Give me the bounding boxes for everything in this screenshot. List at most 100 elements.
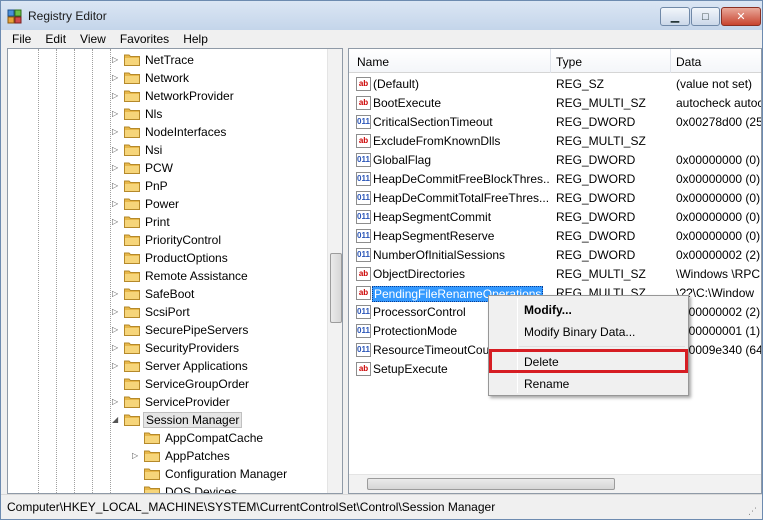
- menu-edit[interactable]: Edit: [38, 32, 73, 46]
- value-row[interactable]: 011 HeapDeCommitFreeBlockThres... REG_DWOR…: [349, 170, 761, 189]
- expand-arrow-icon[interactable]: ▷: [112, 128, 120, 136]
- menu-file[interactable]: File: [5, 32, 38, 46]
- value-row[interactable]: ab ExcludeFromKnownDlls REG_MULTI_SZ: [349, 132, 761, 151]
- folder-icon: [124, 108, 140, 120]
- tree-item[interactable]: ▷ Print: [8, 213, 328, 231]
- expand-arrow-icon[interactable]: ▷: [112, 290, 120, 298]
- minimize-button[interactable]: ▁: [660, 7, 690, 26]
- tree-item[interactable]: PriorityControl: [8, 231, 328, 249]
- menu-item-modify[interactable]: Modify...: [524, 303, 572, 317]
- string-value-icon: ab: [356, 267, 371, 281]
- expand-arrow-icon[interactable]: ▷: [112, 398, 120, 406]
- tree-vertical-scrollbar[interactable]: [327, 49, 342, 493]
- expand-arrow-icon[interactable]: ▷: [112, 182, 120, 190]
- delete-highlight-box: [489, 349, 688, 373]
- expand-arrow-icon[interactable]: ▷: [112, 56, 120, 64]
- column-type-header[interactable]: Type: [556, 55, 582, 69]
- close-button[interactable]: ✕: [721, 7, 761, 26]
- tree-item[interactable]: ▷ Network: [8, 69, 328, 87]
- expand-arrow-icon[interactable]: ▷: [112, 110, 120, 118]
- tree-item[interactable]: ▷ Nsi: [8, 141, 328, 159]
- column-data-header[interactable]: Data: [676, 55, 701, 69]
- tree-item[interactable]: ▷ Power: [8, 195, 328, 213]
- menu-gutter: [517, 298, 518, 393]
- tree-item[interactable]: ▷ AppPatches: [8, 447, 328, 465]
- expand-arrow-icon[interactable]: ▷: [112, 362, 120, 370]
- tree-item[interactable]: Configuration Manager: [8, 465, 328, 483]
- list-scroll-thumb[interactable]: [367, 478, 615, 490]
- value-row[interactable]: 011 GlobalFlag REG_DWORD 0x00000000 (0): [349, 151, 761, 170]
- tree-item[interactable]: ▷ NetworkProvider: [8, 87, 328, 105]
- list-horizontal-scrollbar[interactable]: [349, 474, 761, 493]
- value-name: ProtectionMode: [373, 324, 458, 338]
- tree-item[interactable]: ▷ Server Applications: [8, 357, 328, 375]
- expand-arrow-icon[interactable]: ▷: [112, 164, 120, 172]
- value-name: ResourceTimeoutCount: [373, 343, 500, 357]
- tree-item[interactable]: ServiceGroupOrder: [8, 375, 328, 393]
- folder-icon: [144, 486, 160, 493]
- menu-item-modify-binary[interactable]: Modify Binary Data...: [524, 325, 635, 339]
- expand-arrow-icon[interactable]: ▷: [132, 452, 140, 460]
- tree-scroll-thumb[interactable]: [330, 253, 342, 323]
- maximize-button[interactable]: □: [691, 7, 720, 26]
- resize-grip-icon[interactable]: ⋰: [748, 506, 758, 516]
- column-divider[interactable]: [550, 49, 551, 73]
- tree-item[interactable]: Remote Assistance: [8, 267, 328, 285]
- value-row[interactable]: ab ObjectDirectories REG_MULTI_SZ \Windows …: [349, 265, 761, 284]
- expand-arrow-icon[interactable]: ▷: [112, 218, 120, 226]
- string-value-icon: ab: [356, 134, 371, 148]
- expand-arrow-icon[interactable]: ▷: [112, 92, 120, 100]
- tree-item[interactable]: ▷ ScsiPort: [8, 303, 328, 321]
- value-data: \Windows \RPC: [676, 267, 761, 281]
- column-name-header[interactable]: Name: [357, 55, 389, 69]
- value-row[interactable]: 011 CriticalSectionTimeout REG_DWORD 0x0027…: [349, 113, 761, 132]
- tree-item[interactable]: ▷ SafeBoot: [8, 285, 328, 303]
- tree-item[interactable]: ▷ PnP: [8, 177, 328, 195]
- folder-icon: [124, 234, 140, 246]
- tree-item[interactable]: ▷ NodeInterfaces: [8, 123, 328, 141]
- menu-favorites[interactable]: Favorites: [113, 32, 176, 46]
- value-data: 0x00000000 (0): [676, 229, 761, 243]
- value-row[interactable]: 011 HeapDeCommitTotalFreeThres... REG_DWOR…: [349, 189, 761, 208]
- value-row[interactable]: 011 HeapSegmentReserve REG_DWORD 0x00000000…: [349, 227, 761, 246]
- value-type: REG_DWORD: [556, 248, 636, 262]
- tree-item[interactable]: ▷ PCW: [8, 159, 328, 177]
- menu-help[interactable]: Help: [176, 32, 215, 46]
- expand-arrow-icon[interactable]: ▷: [112, 200, 120, 208]
- column-divider[interactable]: [670, 49, 671, 73]
- tree-item-label: Remote Assistance: [145, 269, 248, 283]
- registry-tree[interactable]: ▷ NetTrace ▷ Network ▷ NetworkProvider ▷ Nls ▷ No…: [7, 48, 343, 494]
- value-type: REG_MULTI_SZ: [556, 134, 646, 148]
- value-type: REG_DWORD: [556, 229, 636, 243]
- tree-item-label: NetworkProvider: [145, 89, 234, 103]
- value-row[interactable]: ab (Default) REG_SZ (value not set): [349, 75, 761, 94]
- menu-item-rename[interactable]: Rename: [524, 377, 569, 391]
- expand-arrow-icon[interactable]: ▷: [112, 344, 120, 352]
- expand-arrow-icon[interactable]: ▷: [112, 326, 120, 334]
- tree-item[interactable]: ▷ Nls: [8, 105, 328, 123]
- tree-item[interactable]: AppCompatCache: [8, 429, 328, 447]
- binary-value-icon: 011: [356, 191, 371, 205]
- folder-icon: [124, 180, 140, 192]
- tree-item[interactable]: ▷ SecurityProviders: [8, 339, 328, 357]
- expand-arrow-icon[interactable]: ▷: [112, 74, 120, 82]
- value-row[interactable]: 011 NumberOfInitialSessions REG_DWORD 0x000…: [349, 246, 761, 265]
- expand-arrow-icon: [112, 272, 120, 280]
- tree-item[interactable]: ◢ Session Manager: [8, 411, 328, 429]
- value-name: ExcludeFromKnownDlls: [373, 134, 501, 148]
- tree-item[interactable]: ProductOptions: [8, 249, 328, 267]
- expand-arrow-icon[interactable]: ▷: [112, 146, 120, 154]
- menu-view[interactable]: View: [73, 32, 113, 46]
- tree-item[interactable]: ▷ NetTrace: [8, 51, 328, 69]
- values-list[interactable]: Name Type Data ab (Default) REG_SZ (value n…: [348, 48, 762, 494]
- tree-item[interactable]: ▷ ServiceProvider: [8, 393, 328, 411]
- value-name: ProcessorControl: [373, 305, 466, 319]
- title-bar[interactable]: Registry Editor ▁ □ ✕: [1, 1, 762, 30]
- tree-item-label: Server Applications: [145, 359, 248, 373]
- collapse-arrow-icon[interactable]: ◢: [112, 416, 120, 424]
- tree-item[interactable]: DOS Devices: [8, 483, 328, 493]
- expand-arrow-icon[interactable]: ▷: [112, 308, 120, 316]
- value-row[interactable]: 011 HeapSegmentCommit REG_DWORD 0x00000000 …: [349, 208, 761, 227]
- value-row[interactable]: ab BootExecute REG_MULTI_SZ autocheck autoc: [349, 94, 761, 113]
- tree-item[interactable]: ▷ SecurePipeServers: [8, 321, 328, 339]
